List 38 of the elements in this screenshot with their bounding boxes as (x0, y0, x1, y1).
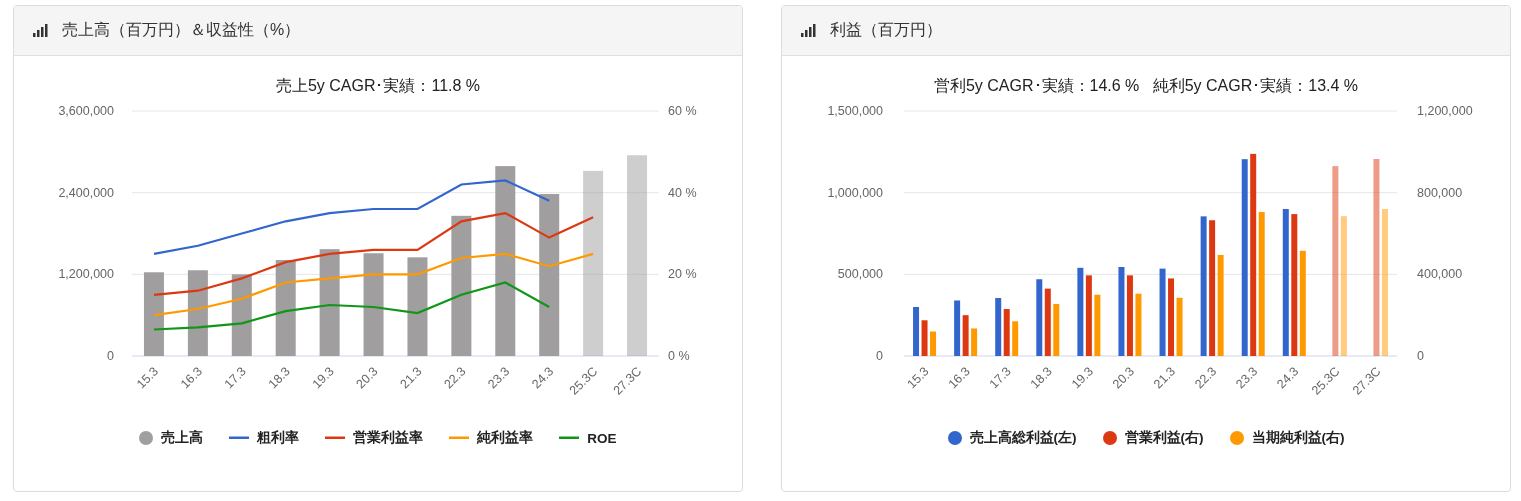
axis-label: 0 (876, 349, 883, 363)
axis-label: 1,000,000 (827, 185, 883, 200)
axis-label: 1,200,000 (1417, 104, 1473, 118)
legend-label: ROE (587, 430, 617, 446)
axis-label: 0 % (668, 349, 690, 363)
axis-label: 0 (107, 349, 114, 363)
card-title: 利益（百万円） (830, 20, 942, 40)
legend-label: 純利益率 (477, 429, 534, 447)
axis-label: 40 % (668, 185, 697, 200)
axis-label: 1,200,000 (58, 267, 114, 282)
legend-label: 当期純利益(右) (1251, 429, 1345, 447)
bar-chart-icon (801, 24, 816, 37)
chart-title: 営利5y CAGR･実績：14.6 % 純利5y CAGR･実績：13.4 % (932, 76, 1360, 96)
legend-line (229, 436, 250, 440)
legend-dot (1229, 431, 1244, 445)
legend-line (449, 436, 470, 440)
axis-label: 400,000 (1417, 267, 1463, 282)
axis-label: 20 % (668, 267, 697, 282)
axis-label: 0 (1417, 349, 1424, 363)
axis-label: 60 % (668, 104, 697, 118)
axis-label: 1,500,000 (827, 104, 883, 118)
legend-dot (139, 431, 154, 445)
axis-label: 500,000 (837, 267, 883, 282)
axis-label: 2,400,000 (58, 185, 114, 200)
legend-label: 売上高総利益(左) (969, 429, 1077, 447)
legend-dot (1102, 431, 1117, 445)
legend-line (325, 436, 346, 440)
chart-title: 売上5y CAGR･実績：11.8 % (274, 76, 482, 96)
card-title: 売上高（百万円）＆収益性（%） (62, 20, 301, 40)
legend-label: 売上高 (161, 429, 204, 447)
axis-label: 3,600,000 (58, 104, 114, 118)
legend-label: 営業利益率 (353, 429, 424, 447)
legend-line (559, 436, 580, 440)
axis-label: 800,000 (1417, 185, 1463, 200)
bar-chart-icon (33, 24, 48, 37)
legend-dot (947, 431, 962, 445)
legend-label: 粗利率 (257, 429, 300, 447)
legend-label: 営業利益(右) (1124, 429, 1204, 447)
